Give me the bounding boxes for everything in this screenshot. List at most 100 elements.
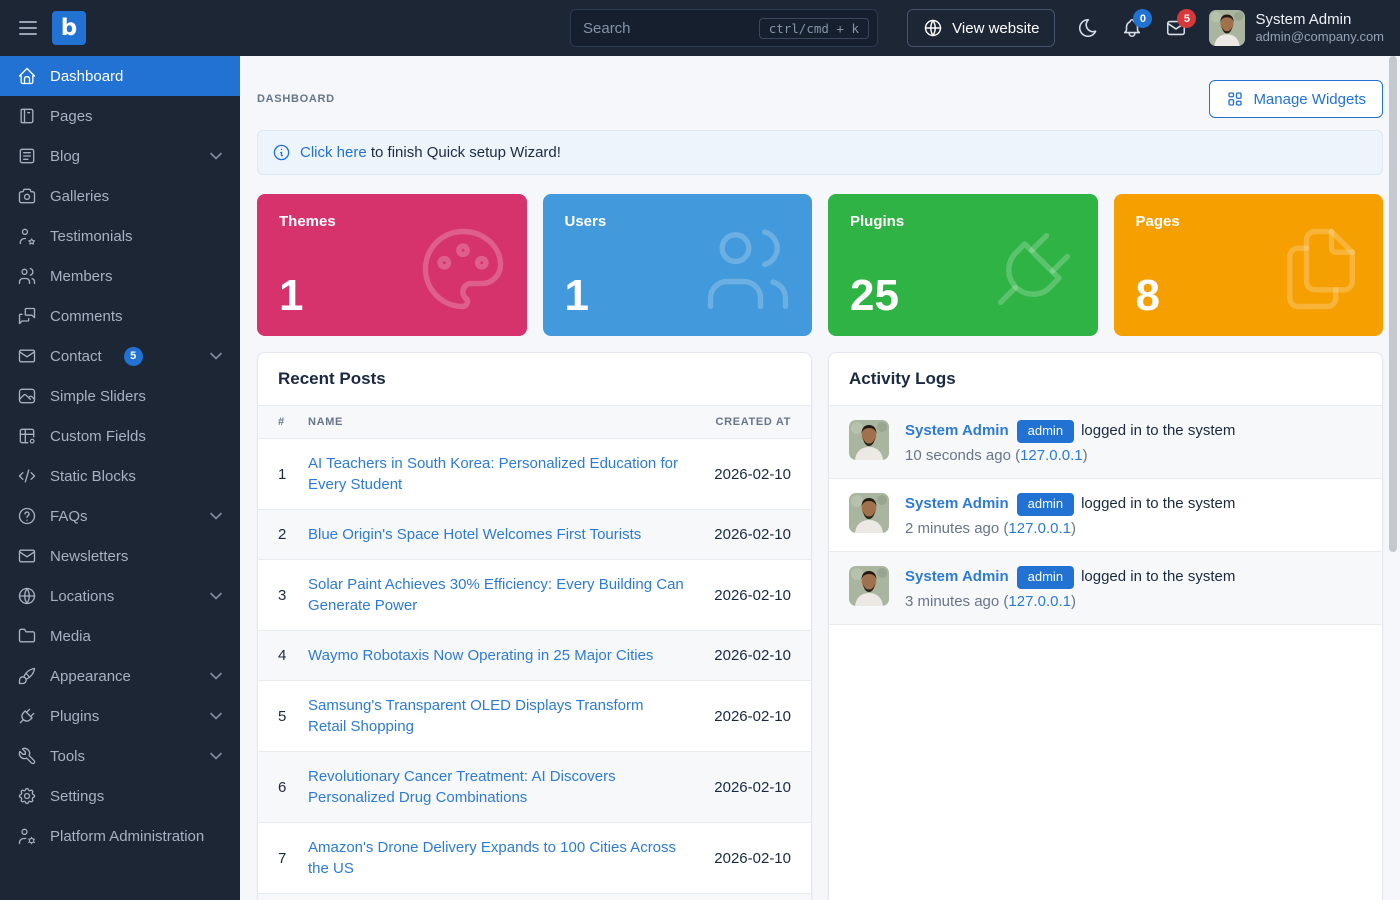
post-link[interactable]: Blue Origin's Space Hotel Welcomes First…: [308, 526, 641, 543]
sidebar-item-label: Platform Administration: [50, 828, 204, 845]
mail-icon: [17, 346, 37, 366]
sidebar-item-platform-administration[interactable]: Platform Administration: [0, 816, 240, 856]
sidebar-item-plugins[interactable]: Plugins: [0, 696, 240, 736]
activity-user-link[interactable]: System Admin: [905, 568, 1009, 585]
sidebar-item-custom-fields[interactable]: Custom Fields: [0, 416, 240, 456]
manage-widgets-label: Manage Widgets: [1253, 91, 1366, 108]
sidebar-item-galleries[interactable]: Galleries: [0, 176, 240, 216]
activity-logs-card: Activity Logs System Adminadminlogged in…: [828, 352, 1383, 900]
sidebar-item-testimonials[interactable]: Testimonials: [0, 216, 240, 256]
layout-grid-icon: [1226, 90, 1244, 108]
post-link[interactable]: Solar Paint Achieves 30% Efficiency: Eve…: [308, 576, 684, 614]
activity-ip-link[interactable]: 127.0.0.1: [1020, 447, 1083, 464]
table-row: 6Revolutionary Cancer Treatment: AI Disc…: [258, 752, 811, 823]
manage-widgets-button[interactable]: Manage Widgets: [1209, 80, 1383, 118]
view-website-button[interactable]: View website: [907, 9, 1055, 47]
sidebar-item-members[interactable]: Members: [0, 256, 240, 296]
activity-ip-link[interactable]: 127.0.0.1: [1008, 520, 1071, 537]
activity-user-link[interactable]: System Admin: [905, 422, 1009, 439]
post-link[interactable]: Amazon's Drone Delivery Expands to 100 C…: [308, 839, 676, 877]
stat-cards: Themes 1 Users 1 Plugins 25 Pages 8: [257, 194, 1383, 336]
post-link[interactable]: Revolutionary Cancer Treatment: AI Disco…: [308, 768, 616, 806]
activity-content: System Adminadminlogged in to the system…: [905, 493, 1235, 537]
messages-button[interactable]: 5: [1165, 17, 1187, 39]
sidebar-item-label: Tools: [50, 748, 85, 765]
post-date: 2026-02-10: [693, 510, 811, 560]
global-search: ctrl/cmd + k: [570, 9, 878, 47]
user-menu[interactable]: System Admin admin@company.com: [1209, 10, 1384, 46]
row-number: 3: [258, 560, 300, 631]
post-date: 2026-02-10: [693, 439, 811, 510]
scrollbar-thumb[interactable]: [1389, 56, 1397, 552]
role-badge: admin: [1017, 566, 1074, 589]
sidebar-item-dashboard[interactable]: Dashboard: [0, 56, 240, 96]
stat-card-plugins[interactable]: Plugins 25: [828, 194, 1098, 336]
sidebar-item-label: Members: [50, 268, 113, 285]
table-row: 5Samsung's Transparent OLED Displays Tra…: [258, 681, 811, 752]
post-link[interactable]: Waymo Robotaxis Now Operating in 25 Majo…: [308, 647, 653, 664]
sidebar-item-label: Plugins: [50, 708, 99, 725]
globe-icon: [923, 18, 943, 38]
sidebar-item-tools[interactable]: Tools: [0, 736, 240, 776]
table-row: 8SpaceX Starship Successfully Lands on M…: [258, 894, 811, 900]
post-link[interactable]: AI Teachers in South Korea: Personalized…: [308, 455, 678, 493]
sidebar-item-newsletters[interactable]: Newsletters: [0, 536, 240, 576]
row-number: 5: [258, 681, 300, 752]
page-header: DASHBOARD Manage Widgets: [257, 80, 1383, 118]
theme-toggle-button[interactable]: [1077, 17, 1099, 39]
alert-rest: to finish Quick setup Wizard!: [371, 144, 561, 161]
sidebar-item-faqs[interactable]: FAQs: [0, 496, 240, 536]
user-email: admin@company.com: [1255, 29, 1384, 45]
sidebar-item-label: Simple Sliders: [50, 388, 146, 405]
sidebar-item-simple-sliders[interactable]: Simple Sliders: [0, 376, 240, 416]
stat-card-pages[interactable]: Pages 8: [1114, 194, 1384, 336]
notifications-button[interactable]: 0: [1121, 17, 1143, 39]
post-link[interactable]: Samsung's Transparent OLED Displays Tran…: [308, 697, 644, 735]
recent-posts-table: # NAME CREATED AT 1AI Teachers in South …: [258, 406, 811, 900]
article-icon: [17, 146, 37, 166]
user-info: System Admin admin@company.com: [1255, 11, 1384, 46]
user-star-icon: [17, 226, 37, 246]
search-input[interactable]: [583, 20, 759, 37]
sidebar-item-label: Comments: [50, 308, 123, 325]
gear-icon: [17, 786, 37, 806]
recent-posts-title: Recent Posts: [258, 353, 811, 406]
sidebar-item-label: Media: [50, 628, 91, 645]
paren-close: ): [1083, 447, 1088, 464]
chevron-down-icon: [206, 146, 226, 166]
paren-close: ): [1071, 593, 1076, 610]
sidebar-item-pages[interactable]: Pages: [0, 96, 240, 136]
sidebar-item-contact[interactable]: Contact 5: [0, 336, 240, 376]
activity-ip-link[interactable]: 127.0.0.1: [1008, 593, 1071, 610]
sidebar-item-settings[interactable]: Settings: [0, 776, 240, 816]
sidebar-item-blog[interactable]: Blog: [0, 136, 240, 176]
activity-meta: 2 minutes ago (127.0.0.1): [905, 520, 1235, 537]
sidebar-item-comments[interactable]: Comments: [0, 296, 240, 336]
post-date: 2026-02-10: [693, 894, 811, 900]
post-date: 2026-02-10: [693, 681, 811, 752]
sidebar-item-static-blocks[interactable]: Static Blocks: [0, 456, 240, 496]
setup-wizard-link[interactable]: Click here: [300, 144, 367, 161]
row-number: 7: [258, 823, 300, 894]
info-circle-icon: [272, 143, 291, 162]
sidebar-item-appearance[interactable]: Appearance: [0, 656, 240, 696]
sidebar-item-label: Appearance: [50, 668, 131, 685]
activity-user-link[interactable]: System Admin: [905, 495, 1009, 512]
sidebar-item-locations[interactable]: Locations: [0, 576, 240, 616]
activity-log-entry: System Admin admin logged in to the system…: [829, 552, 1382, 625]
sidebar-item-label: Contact: [50, 348, 102, 365]
topbar: b ctrl/cmd + k View website 0 5: [0, 0, 1400, 56]
sidebar-toggle-button[interactable]: [14, 14, 42, 42]
activity-action: logged in to the system: [1081, 568, 1235, 585]
breadcrumb: DASHBOARD: [257, 93, 335, 105]
table-row: 1AI Teachers in South Korea: Personalize…: [258, 439, 811, 510]
users-icon: [17, 266, 37, 286]
alert-text: Click here to finish Quick setup Wizard!: [300, 144, 561, 161]
stat-card-users[interactable]: Users 1: [543, 194, 813, 336]
post-name-cell: Amazon's Drone Delivery Expands to 100 C…: [300, 823, 693, 894]
stat-card-themes[interactable]: Themes 1: [257, 194, 527, 336]
activity-line: System Adminadminlogged in to the system: [905, 420, 1235, 443]
brand-logo[interactable]: b: [52, 11, 86, 45]
photo-icon: [17, 386, 37, 406]
sidebar-item-media[interactable]: Media: [0, 616, 240, 656]
